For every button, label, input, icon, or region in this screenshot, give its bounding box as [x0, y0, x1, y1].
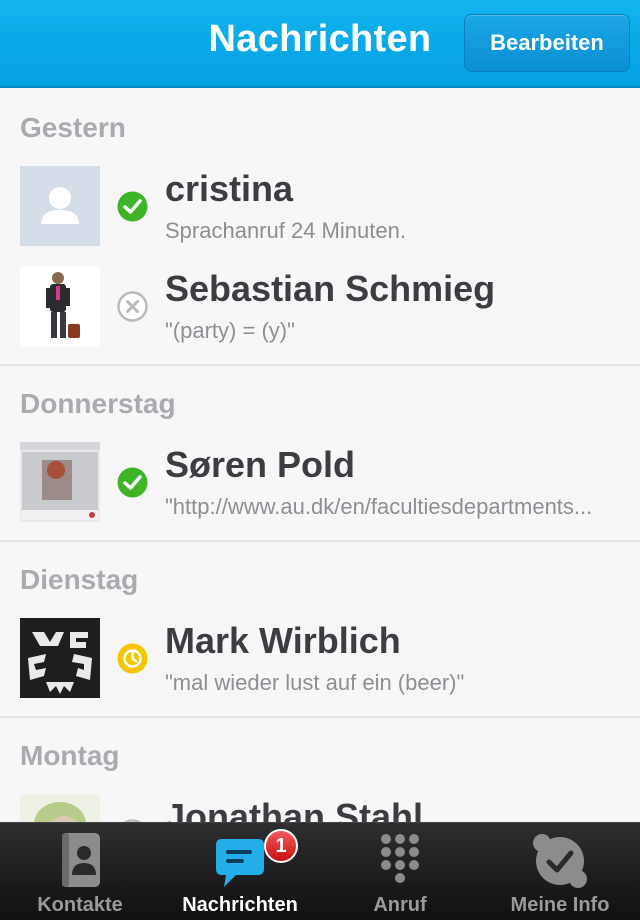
- conversation-row-jonathan[interactable]: Jonathan Stahl: [0, 794, 640, 822]
- default-avatar: [20, 166, 100, 246]
- tab-label: Kontakte: [37, 894, 123, 916]
- section-header-gestern: Gestern: [20, 112, 126, 143]
- conversation-row-cristina[interactable]: cristina Sprachanruf 24 Minuten.: [0, 166, 640, 250]
- conversation-row-soren[interactable]: Søren Pold "http://www.au.dk/en/facultie…: [0, 442, 640, 526]
- conversation-list[interactable]: Gestern cristina Sprachanruf 24 Minuten.: [0, 90, 640, 822]
- divider: [0, 716, 640, 718]
- section-header-donnerstag: Donnerstag: [20, 388, 176, 419]
- logo-image-avatar: [20, 618, 100, 698]
- last-message: "(party) = (y)": [165, 318, 295, 343]
- last-message: Sprachanruf 24 Minuten.: [165, 218, 406, 243]
- tab-nachrichten[interactable]: 1 Nachrichten: [160, 823, 320, 920]
- tab-kontakte[interactable]: Kontakte: [0, 823, 160, 920]
- contact-name: Jonathan Stahl: [165, 796, 424, 822]
- tab-bar: Kontakte 1 Nachrichten Anruf Meine Info: [0, 822, 640, 920]
- conversation-row-sebastian[interactable]: Sebastian Schmieg "(party) = (y)": [0, 266, 640, 350]
- tab-meine-info[interactable]: Meine Info: [480, 823, 640, 920]
- tab-label: Meine Info: [510, 894, 610, 916]
- conversation-row-mark[interactable]: Mark Wirblich "mal wieder lust auf ein (…: [0, 618, 640, 702]
- contact-name: Søren Pold: [165, 444, 356, 485]
- contact-name: Sebastian Schmieg: [165, 268, 496, 309]
- online-status-icon: [116, 466, 149, 499]
- online-status-icon: [116, 190, 149, 223]
- contacts-icon: [48, 831, 112, 891]
- person-photo-avatar: [20, 266, 100, 346]
- dialpad-icon: [368, 831, 432, 891]
- tab-label: Nachrichten: [182, 894, 298, 916]
- navigation-bar: Nachrichten Bearbeiten: [0, 0, 640, 88]
- unread-badge: 1: [264, 829, 298, 863]
- offline-status-icon: [116, 290, 149, 323]
- screenshot-photo-avatar: [20, 442, 100, 522]
- divider: [0, 540, 640, 542]
- last-message: "http://www.au.dk/en/facultiesdepartment…: [165, 494, 593, 519]
- section-header-montag: Montag: [20, 740, 120, 771]
- person-photo-avatar: [20, 794, 100, 822]
- divider: [0, 364, 640, 366]
- tab-label: Anruf: [373, 894, 427, 916]
- contact-name: cristina: [165, 168, 294, 209]
- last-message: "mal wieder lust auf ein (beer)": [165, 670, 465, 695]
- away-status-icon: [116, 642, 149, 675]
- contact-name: Mark Wirblich: [165, 620, 401, 661]
- section-header-dienstag: Dienstag: [20, 564, 139, 595]
- edit-button[interactable]: Bearbeiten: [464, 14, 630, 72]
- skype-check-icon: [528, 831, 592, 891]
- chat-bubble-icon: [208, 831, 272, 891]
- tab-anruf[interactable]: Anruf: [320, 823, 480, 920]
